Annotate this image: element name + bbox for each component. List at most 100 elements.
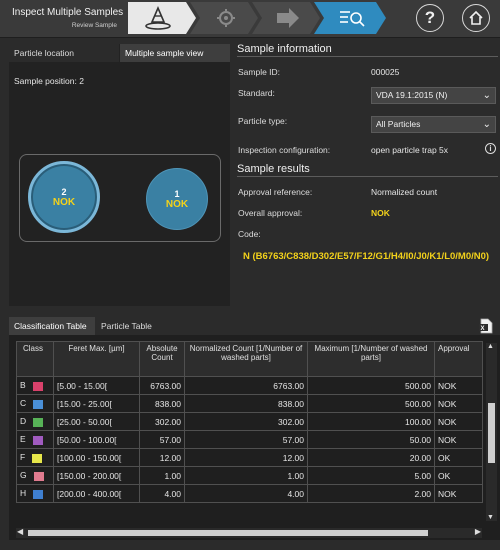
particle-type-select[interactable]: All Particles ⌄ xyxy=(371,116,496,133)
home-button[interactable] xyxy=(462,4,490,32)
info-icon[interactable]: i xyxy=(485,143,496,154)
table-row[interactable]: C [15.00 - 25.00[838.00 838.00 500.00 NOK xyxy=(16,394,483,413)
class-cell: F xyxy=(16,448,54,467)
class-letter: H xyxy=(20,488,27,499)
scroll-down-icon[interactable]: ▼ xyxy=(487,514,494,521)
normalized-count-cell: 302.00 xyxy=(184,412,308,431)
absolute-count-cell: 12.00 xyxy=(139,448,185,467)
table-row[interactable]: B [5.00 - 15.00[6763.00 6763.00 500.00 NOK xyxy=(16,376,483,395)
step-review[interactable] xyxy=(314,2,386,34)
scroll-thumb[interactable] xyxy=(488,403,495,463)
feret-range-cell: [50.00 - 100.00[ xyxy=(53,430,140,449)
step-acquire[interactable] xyxy=(128,2,196,34)
class-cell: H xyxy=(16,484,54,503)
particle-type-label: Particle type: xyxy=(238,116,288,126)
approval-cell: NOK xyxy=(434,412,483,431)
maximum-cell: 100.00 xyxy=(307,412,435,431)
tab-classification-table[interactable]: Classification Table xyxy=(9,317,95,335)
col-header-feret-max[interactable]: Feret Max. [µm] xyxy=(53,341,140,377)
feret-range-cell: [200.00 - 400.00[ xyxy=(53,484,140,503)
sample-id-label: Sample ID: xyxy=(238,67,281,77)
normalized-count-cell: 6763.00 xyxy=(184,376,308,395)
scroll-thumb[interactable] xyxy=(28,530,428,536)
table-row[interactable]: G [150.00 - 200.00[1.00 1.00 5.00 OK xyxy=(16,466,483,485)
horizontal-scrollbar[interactable]: ◀ ▶ xyxy=(16,527,482,538)
approval-reference-value: Normalized count xyxy=(371,187,438,197)
scroll-left-icon[interactable]: ◀ xyxy=(17,527,23,536)
home-icon xyxy=(469,10,483,25)
table-row[interactable]: H [200.00 - 400.00[4.00 4.00 2.00 NOK xyxy=(16,484,483,503)
class-color-swatch xyxy=(32,381,43,391)
approval-cell: OK xyxy=(434,448,483,467)
class-color-swatch xyxy=(33,417,44,427)
table-row[interactable]: D [25.00 - 50.00[302.00 302.00 100.00 NOK xyxy=(16,412,483,431)
sample-id-value: 000025 xyxy=(371,67,400,77)
tab-multiple-sample-view[interactable]: Multiple sample view xyxy=(120,44,230,62)
sample-status: NOK xyxy=(52,196,76,208)
feret-range-cell: [5.00 - 15.00[ xyxy=(53,376,140,395)
table-row[interactable]: F [100.00 - 150.00[12.00 12.00 20.00 OK xyxy=(16,448,483,467)
absolute-count-cell: 302.00 xyxy=(139,412,185,431)
table-row[interactable]: E [50.00 - 100.00[57.00 57.00 50.00 NOK xyxy=(16,430,483,449)
overall-approval-label: Overall approval: xyxy=(238,208,303,218)
app-title: Inspect Multiple Samples xyxy=(12,7,124,18)
maximum-cell: 5.00 xyxy=(307,466,435,485)
result-code: N (B6763/C838/D302/E57/F12/G1/H4/I0/J0/K… xyxy=(243,251,490,262)
workflow-steps xyxy=(128,2,386,34)
step-settings[interactable] xyxy=(190,2,258,34)
class-letter: G xyxy=(20,470,27,481)
col-header-approval[interactable]: Approval xyxy=(434,341,483,377)
normalized-count-cell: 838.00 xyxy=(184,394,308,413)
vertical-scrollbar[interactable]: ▲ ▼ xyxy=(486,343,497,521)
sample-position-label: Sample position: 2 xyxy=(14,76,84,86)
sample-holder: 2 NOK 1 NOK xyxy=(19,154,221,242)
normalized-count-cell: 12.00 xyxy=(184,448,308,467)
class-color-swatch xyxy=(33,471,44,481)
tab-particle-location[interactable]: Particle location xyxy=(9,44,119,62)
scroll-up-icon[interactable]: ▲ xyxy=(487,343,494,350)
inspection-config-value: open particle trap 5x xyxy=(371,145,449,155)
class-cell: E xyxy=(16,430,54,449)
col-header-absolute-count[interactable]: Absolute Count xyxy=(139,341,185,377)
standard-label: Standard: xyxy=(238,88,275,98)
normalized-count-cell: 1.00 xyxy=(184,466,308,485)
top-bar: Inspect Multiple Samples Review Sample ? xyxy=(0,0,500,38)
col-header-normalized-count[interactable]: Normalized Count [1/Number of washed par… xyxy=(184,341,308,377)
sample-2-button[interactable]: 2 NOK xyxy=(28,161,100,233)
scroll-right-icon[interactable]: ▶ xyxy=(475,527,481,536)
maximum-cell: 20.00 xyxy=(307,448,435,467)
absolute-count-cell: 1.00 xyxy=(139,466,185,485)
svg-text:X: X xyxy=(481,326,485,332)
particle-type-value: All Particles xyxy=(376,119,421,129)
class-letter: E xyxy=(20,434,26,445)
class-letter: C xyxy=(20,398,27,409)
sample-results-title: Sample results xyxy=(237,163,498,177)
step-process[interactable] xyxy=(252,2,320,34)
tab-particle-table[interactable]: Particle Table xyxy=(96,317,158,335)
sample-information-title: Sample information xyxy=(237,43,498,57)
approval-cell: NOK xyxy=(434,376,483,395)
absolute-count-cell: 4.00 xyxy=(139,484,185,503)
class-cell: D xyxy=(16,412,54,431)
absolute-count-cell: 57.00 xyxy=(139,430,185,449)
classification-table: Class Feret Max. [µm] Absolute Count Nor… xyxy=(16,341,483,503)
chevron-down-icon: ⌄ xyxy=(482,119,491,130)
class-letter: B xyxy=(20,380,26,391)
normalized-count-cell: 4.00 xyxy=(184,484,308,503)
col-header-class[interactable]: Class xyxy=(16,341,54,377)
class-color-swatch xyxy=(32,453,43,463)
app-subtitle: Review Sample xyxy=(71,22,117,29)
class-cell: C xyxy=(16,394,54,413)
col-header-maximum[interactable]: Maximum [1/Number of washed parts] xyxy=(307,341,435,377)
approval-cell: NOK xyxy=(434,430,483,449)
help-button[interactable]: ? xyxy=(416,4,444,32)
sample-1-button[interactable]: 1 NOK xyxy=(146,168,208,230)
standard-select[interactable]: VDA 19.1:2015 (N) ⌄ xyxy=(371,87,496,104)
sample-number: 2 xyxy=(61,186,67,197)
approval-cell: OK xyxy=(434,466,483,485)
export-excel-button[interactable]: X xyxy=(479,318,493,334)
feret-range-cell: [25.00 - 50.00[ xyxy=(53,412,140,431)
normalized-count-cell: 57.00 xyxy=(184,430,308,449)
code-label: Code: xyxy=(238,229,261,239)
standard-value: VDA 19.1:2015 (N) xyxy=(376,90,448,100)
